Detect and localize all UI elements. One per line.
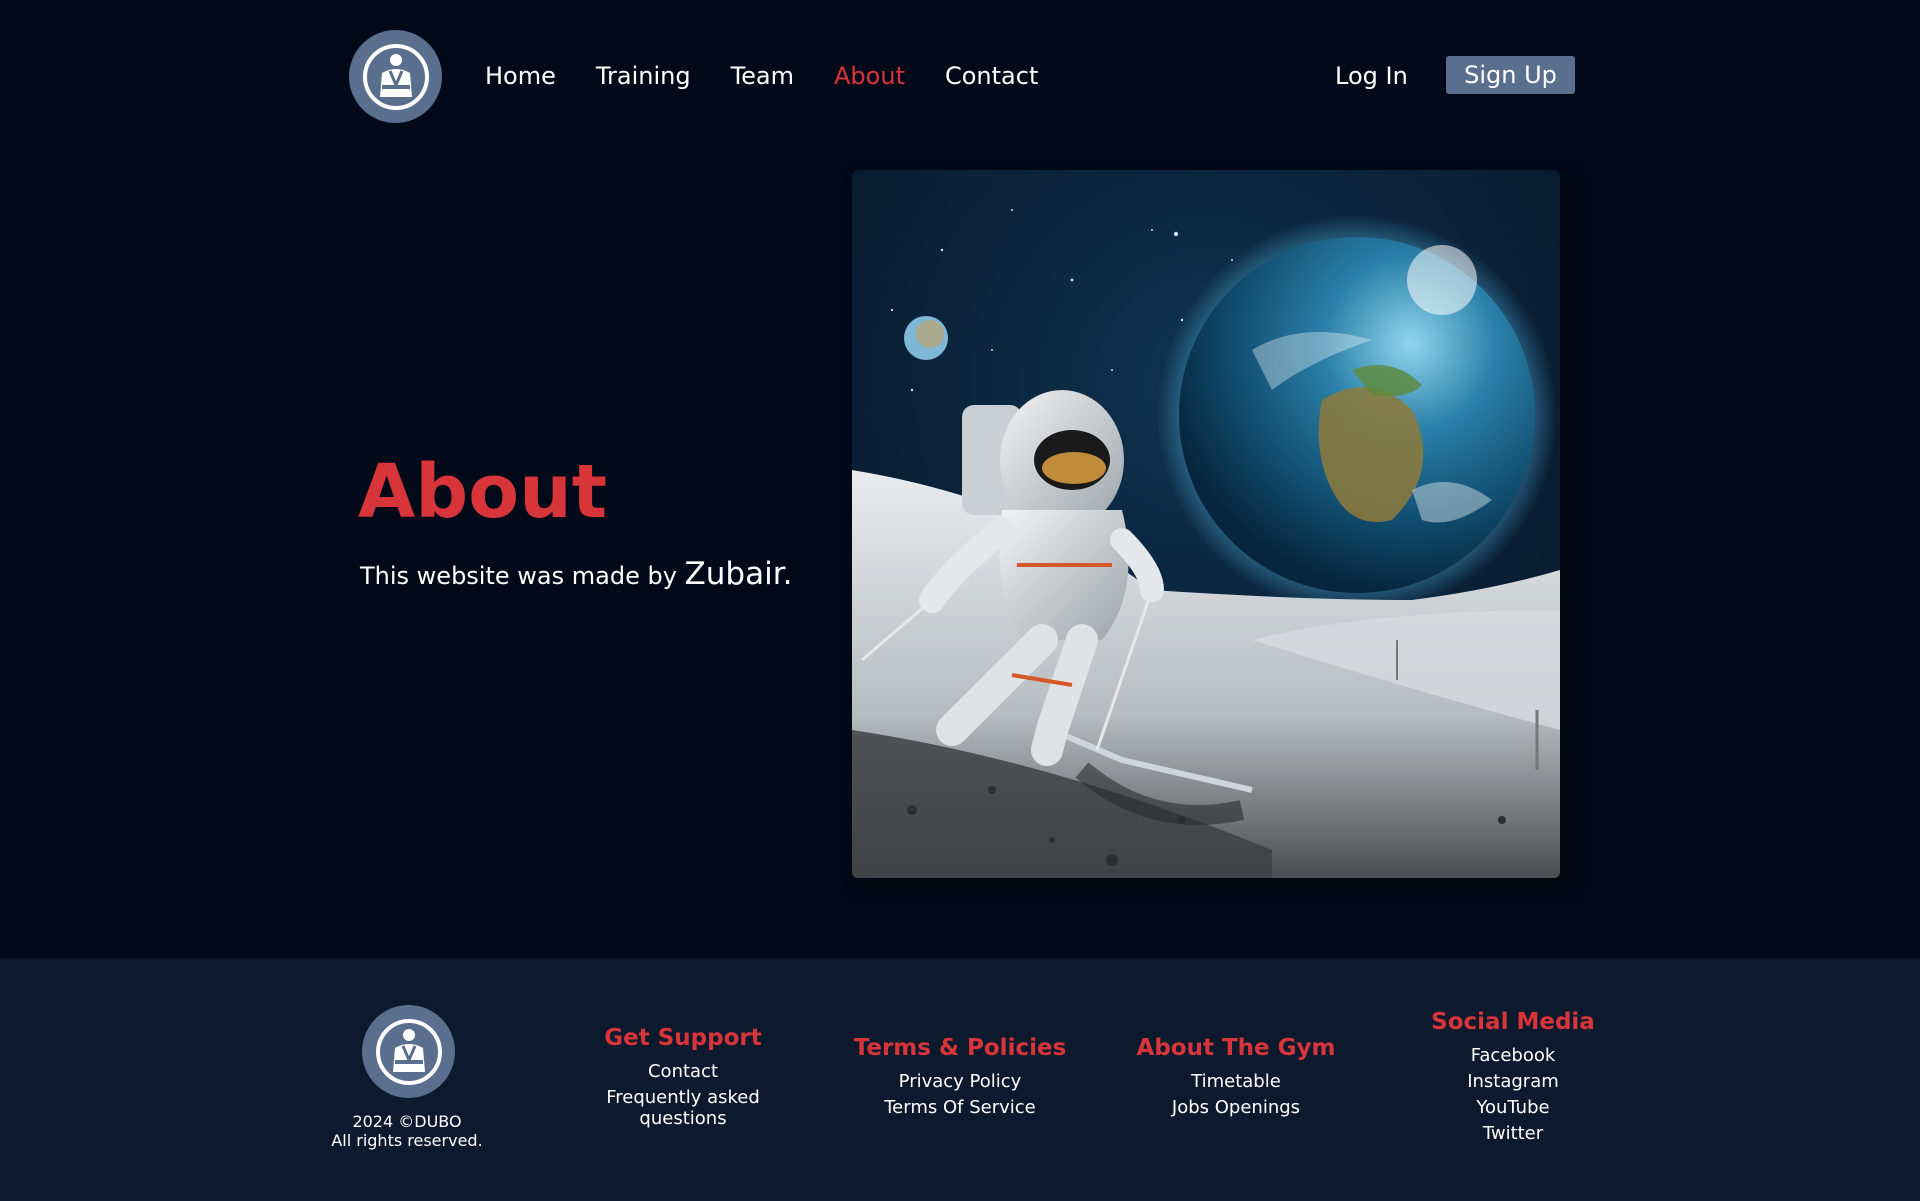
nav-contact[interactable]: Contact (945, 62, 1038, 90)
footer-link-twitter[interactable]: Twitter (1383, 1123, 1643, 1144)
footer-link-jobs[interactable]: Jobs Openings (1106, 1097, 1366, 1118)
nav-team[interactable]: Team (731, 62, 794, 90)
footer-col-terms: Terms & Policies Privacy Policy Terms Of… (830, 1035, 1090, 1123)
footer-link-instagram[interactable]: Instagram (1383, 1071, 1643, 1092)
footer-col-title: Get Support (604, 1025, 762, 1051)
footer-link-contact[interactable]: Contact (553, 1061, 813, 1082)
author-name: Zubair. (684, 556, 793, 592)
footer-link-youtube[interactable]: YouTube (1383, 1097, 1643, 1118)
copyright-year: 2024 ©DUBO (352, 1112, 462, 1131)
site-header: Home Training Team About Contact Log In … (0, 0, 1920, 150)
footer-link-terms[interactable]: Terms Of Service (830, 1097, 1090, 1118)
footer-col-title: Social Media (1431, 1009, 1595, 1035)
main-nav: Home Training Team About Contact (485, 56, 1038, 96)
footer-col-title: Terms & Policies (853, 1035, 1067, 1061)
nav-about[interactable]: About (834, 62, 905, 90)
site-logo[interactable] (349, 30, 442, 123)
signup-button[interactable]: Sign Up (1446, 56, 1575, 94)
judo-gi-logo-icon (375, 1018, 442, 1085)
footer-col-social: Social Media Facebook Instagram YouTube … (1383, 1009, 1643, 1149)
hero-text-prefix: This website was made by (360, 562, 685, 590)
copyright-rights: All rights reserved. (331, 1131, 483, 1150)
login-link[interactable]: Log In (1335, 56, 1408, 96)
footer-link-timetable[interactable]: Timetable (1106, 1071, 1366, 1092)
astronaut-skiing-moon-image (852, 170, 1560, 878)
page-title: About (358, 449, 608, 535)
judo-gi-logo-icon (362, 43, 429, 110)
hero-image (852, 170, 1560, 878)
footer-col-title: About The Gym (1136, 1035, 1336, 1061)
footer-logo[interactable] (362, 1005, 455, 1098)
footer-link-privacy[interactable]: Privacy Policy (830, 1071, 1090, 1092)
hero-description: This website was made by Zubair. (360, 556, 792, 592)
footer-col-gym: About The Gym Timetable Jobs Openings (1106, 1035, 1366, 1123)
footer-link-facebook[interactable]: Facebook (1383, 1045, 1643, 1066)
footer-copyright: 2024 ©DUBO All rights reserved. (307, 1112, 507, 1150)
nav-home[interactable]: Home (485, 62, 556, 90)
nav-training[interactable]: Training (596, 62, 691, 90)
footer-col-support: Get Support Contact Frequently asked que… (553, 1025, 813, 1134)
footer-link-faq[interactable]: Frequently asked questions (598, 1087, 768, 1129)
